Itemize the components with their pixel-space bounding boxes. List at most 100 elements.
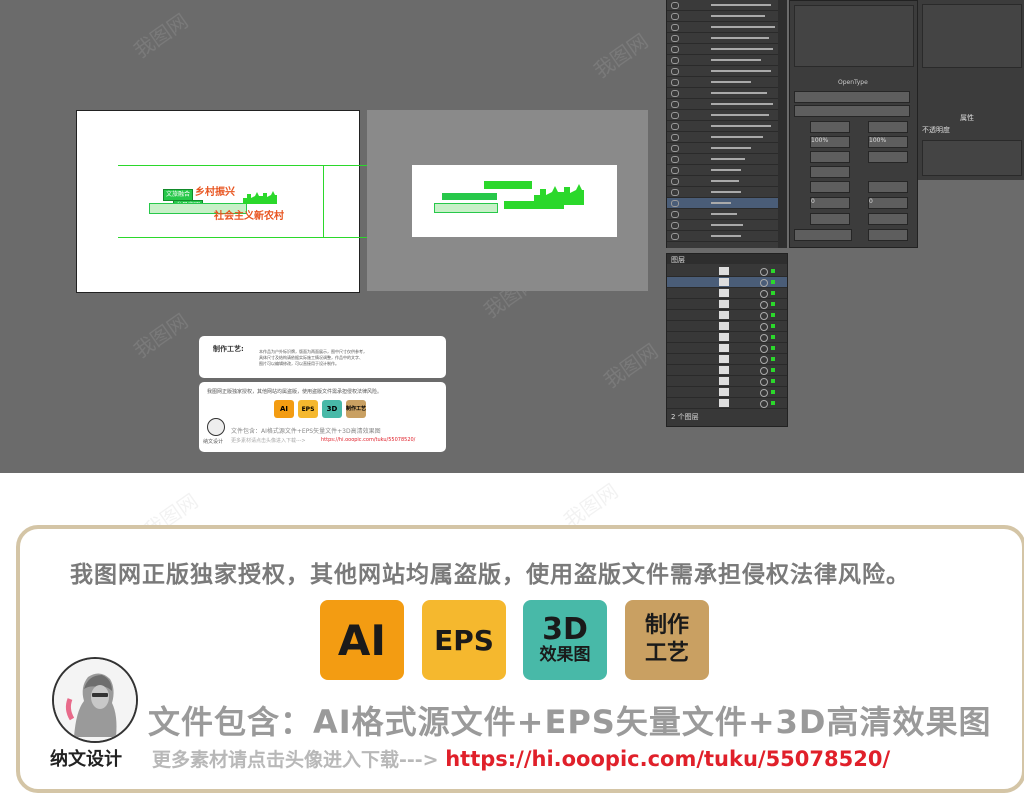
properties-panel[interactable]: 属性 不透明度 xyxy=(917,0,1024,180)
target-icon[interactable] xyxy=(760,367,768,375)
tsume-field[interactable] xyxy=(810,166,850,178)
rotation-field[interactable]: 0 xyxy=(868,197,908,209)
artboard-1[interactable]: 文旅融合 乡风文明 乡村振兴 社会主义新农村 xyxy=(76,110,360,293)
mini-author: 纳文设计 xyxy=(203,439,224,445)
preview-area xyxy=(794,5,914,67)
watermark: 我图网 xyxy=(589,28,653,83)
badge-craft-line1: 制作 xyxy=(644,613,689,638)
target-icon[interactable] xyxy=(760,400,768,408)
target-icon[interactable] xyxy=(760,378,768,386)
eye-icon[interactable] xyxy=(671,145,679,152)
mini-link: https://hi.ooopic.com/tuku/55078520/ xyxy=(321,437,416,443)
mini-badge-ai: AI xyxy=(274,400,294,418)
kerning-field[interactable] xyxy=(810,151,850,163)
font-size-field[interactable] xyxy=(810,121,850,133)
badge-3d-sublabel: 效果图 xyxy=(539,645,591,665)
layers-panel[interactable]: 图层 2 个图层 xyxy=(666,253,788,427)
target-icon[interactable] xyxy=(760,312,768,320)
target-icon[interactable] xyxy=(760,290,768,298)
aki-right-field[interactable] xyxy=(868,181,908,193)
sign-title-2[interactable]: 社会主义新农村 xyxy=(214,207,284,222)
artboard-2[interactable] xyxy=(367,110,648,291)
eye-icon[interactable] xyxy=(671,79,679,86)
eye-icon[interactable] xyxy=(671,134,679,141)
antialias-field[interactable] xyxy=(868,213,908,225)
mini-includes: 文件包含：AI格式源文件+EPS矢量文件+3D高清效果图 xyxy=(231,428,381,435)
process-line-3: 图片可以编辑修改，可以直接用于设计制作。 xyxy=(259,361,339,366)
target-icon[interactable] xyxy=(760,268,768,276)
target-icon[interactable] xyxy=(760,301,768,309)
eye-icon[interactable] xyxy=(671,123,679,130)
eye-icon[interactable] xyxy=(671,2,679,9)
sign-title-1[interactable]: 乡村振兴 xyxy=(195,183,235,198)
layers-panel-top[interactable] xyxy=(666,0,787,248)
badge-eps-label: EPS xyxy=(434,623,494,657)
author-name: 纳文设计 xyxy=(50,749,122,770)
eye-icon[interactable] xyxy=(671,112,679,119)
eye-icon[interactable] xyxy=(671,13,679,20)
mini-badge-3d: 3D xyxy=(322,400,342,418)
leading-field[interactable] xyxy=(868,121,908,133)
process-title: 制作工艺: xyxy=(213,345,244,353)
sharp-select[interactable] xyxy=(868,229,908,241)
target-icon[interactable] xyxy=(760,279,768,287)
vertical-scale-field[interactable]: 100% xyxy=(810,136,850,148)
target-icon[interactable] xyxy=(760,356,768,364)
properties-box xyxy=(922,4,1022,68)
target-icon[interactable] xyxy=(760,389,768,397)
eye-icon[interactable] xyxy=(671,46,679,53)
badge-ai-label: AI xyxy=(337,615,387,665)
mini-avatar xyxy=(207,418,225,436)
eye-icon[interactable] xyxy=(671,211,679,218)
aki-field[interactable] xyxy=(810,181,850,193)
font-style-field[interactable] xyxy=(794,105,910,117)
language-field[interactable] xyxy=(810,213,850,225)
eye-icon[interactable] xyxy=(671,57,679,64)
illustrator-workspace[interactable]: 我图网 我图网 我图网 我图网 我图网 我图网 文旅融合 乡风文明 乡村振兴 社… xyxy=(0,0,1024,473)
badge-3d-label: 3D xyxy=(542,612,588,647)
tracking-field[interactable] xyxy=(868,151,908,163)
eye-icon[interactable] xyxy=(671,233,679,240)
process-card: 制作工艺: 本作品为户外标识牌，版面为两面展示，图中尺寸仅供参考， 具体尺寸及结… xyxy=(199,336,446,378)
watermark: 我图网 xyxy=(129,308,193,363)
target-icon[interactable] xyxy=(760,345,768,353)
tab-opentype[interactable]: OpenType xyxy=(838,79,868,86)
eye-icon[interactable] xyxy=(671,68,679,75)
eye-icon[interactable] xyxy=(671,24,679,31)
layers-scrollbar[interactable] xyxy=(778,0,787,248)
tab-properties[interactable]: 属性 xyxy=(960,113,974,123)
badge-3d: 3D 效果图 xyxy=(523,600,607,680)
layers-label[interactable]: 图层 xyxy=(671,255,685,265)
badge-eps: EPS xyxy=(422,600,506,680)
target-icon[interactable] xyxy=(760,334,768,342)
artboard-2-canvas[interactable] xyxy=(412,165,617,237)
baseline-field[interactable]: 0 xyxy=(810,197,850,209)
font-family-field[interactable] xyxy=(794,91,910,103)
download-link[interactable]: https://hi.ooopic.com/tuku/55078520/ xyxy=(445,747,890,771)
eye-icon[interactable] xyxy=(671,167,679,174)
eye-icon[interactable] xyxy=(671,35,679,42)
horizontal-scale-field[interactable]: 100% xyxy=(868,136,908,148)
sign-base xyxy=(434,203,498,213)
character-panel[interactable]: OpenType 100% 100% 0 0 xyxy=(789,0,918,248)
eye-icon[interactable] xyxy=(671,200,679,207)
sign-shape xyxy=(442,193,497,200)
eye-icon[interactable] xyxy=(671,178,679,185)
appearance-box xyxy=(922,140,1022,176)
author-avatar[interactable] xyxy=(52,657,138,743)
mini-badge-eps: EPS xyxy=(298,400,318,418)
eye-icon[interactable] xyxy=(671,189,679,196)
skyline-graphic xyxy=(243,191,277,204)
eye-icon[interactable] xyxy=(671,156,679,163)
eye-icon[interactable] xyxy=(671,101,679,108)
info-card-mini: 我图网正版独家授权，其他网站均属盗版，使用盗版文件需承担侵权法律风险。 AI E… xyxy=(199,382,446,452)
mini-badge-craft: 制作工艺 xyxy=(346,400,366,418)
sign-title-shape xyxy=(484,181,532,189)
watermark: 我图网 xyxy=(129,8,193,63)
eye-icon[interactable] xyxy=(671,222,679,229)
eye-icon[interactable] xyxy=(671,90,679,97)
language-select[interactable] xyxy=(794,229,852,241)
target-icon[interactable] xyxy=(760,323,768,331)
statue-portrait-icon xyxy=(54,659,136,741)
badge-ai: AI xyxy=(320,600,404,680)
